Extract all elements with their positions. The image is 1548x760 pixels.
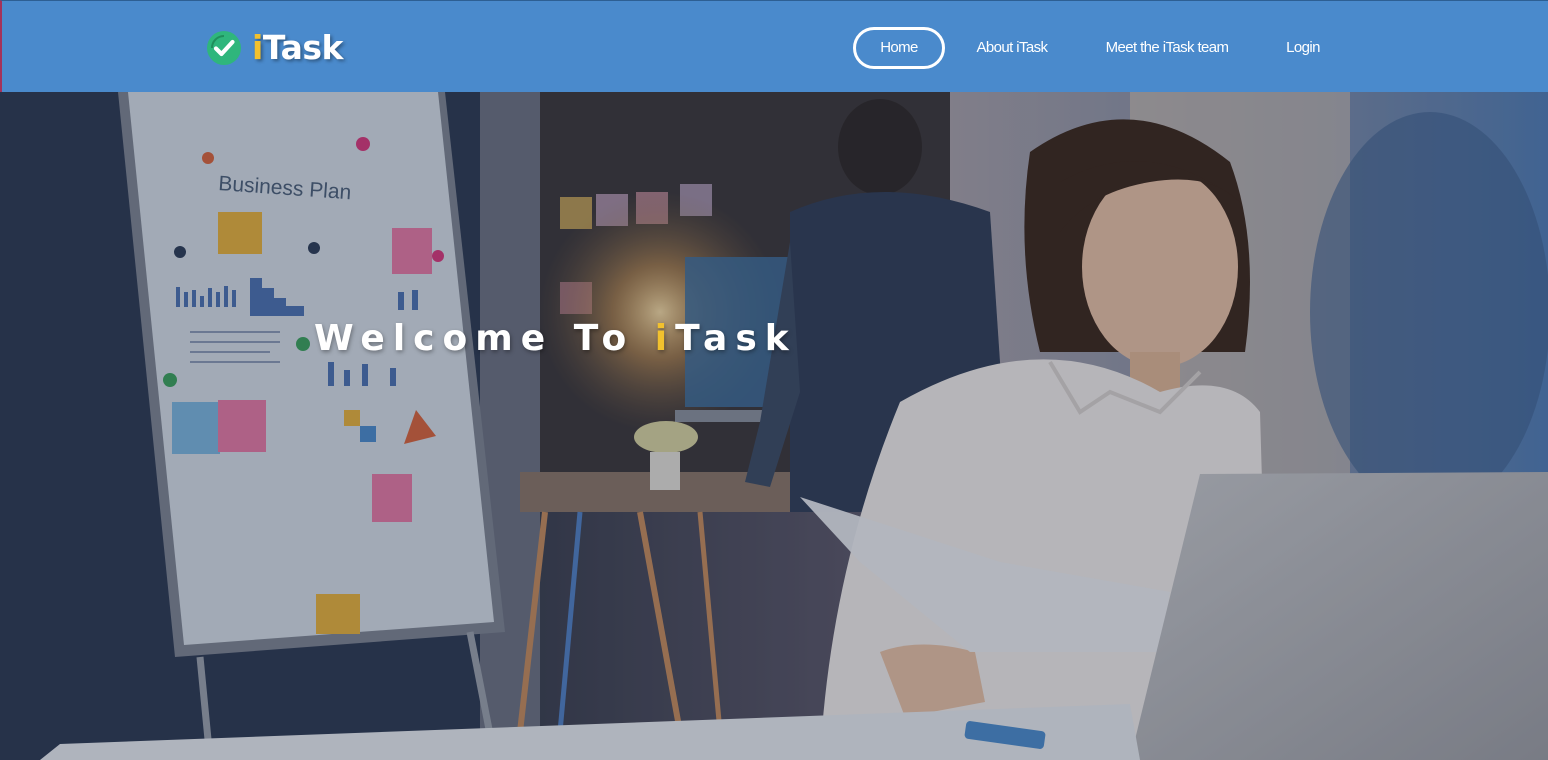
hero-title-accent: i <box>654 318 676 359</box>
hero-title-end: Task <box>675 318 797 359</box>
page: iTask Home About iTask Meet the iTask te… <box>0 0 1548 760</box>
hero-banner: Business Plan Welcome To iTask <box>0 92 1548 760</box>
top-navbar: iTask Home About iTask Meet the iTask te… <box>0 0 1548 92</box>
main-nav: Home About iTask Meet the iTask team Log… <box>2 27 1548 69</box>
nav-home-link[interactable]: Home <box>853 27 945 69</box>
nav-about-link[interactable]: About iTask <box>968 27 1056 69</box>
hero-title-start: Welcome To <box>314 318 655 359</box>
nav-team-link[interactable]: Meet the iTask team <box>1098 27 1236 69</box>
nav-login-link[interactable]: Login <box>1282 27 1324 69</box>
hero-overlay <box>0 92 1548 760</box>
hero-title: Welcome To iTask <box>314 318 797 359</box>
